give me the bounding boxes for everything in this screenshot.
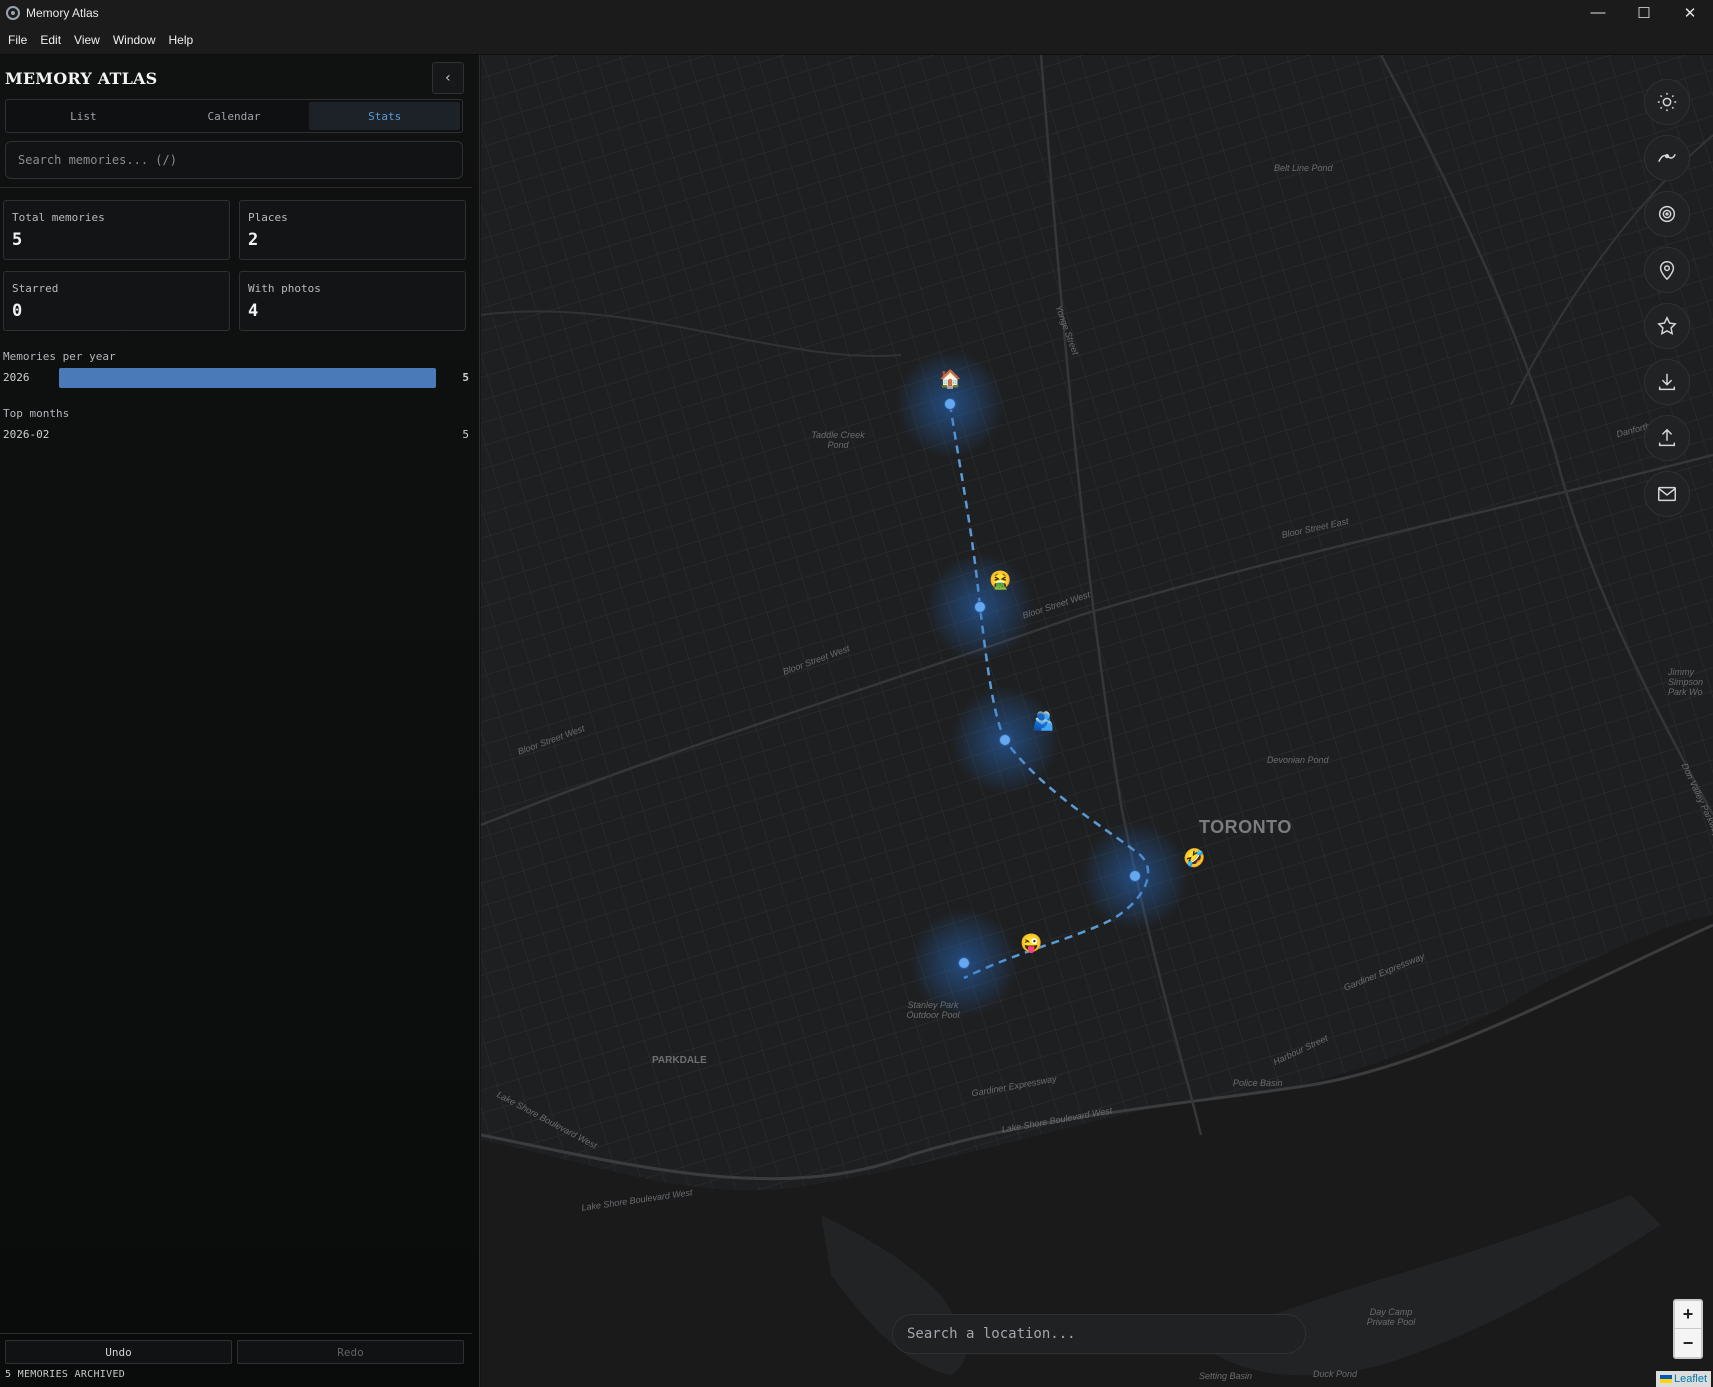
star-icon [1657,316,1677,335]
menu-file[interactable]: File [4,33,31,47]
stat-label: Total memories [12,211,105,224]
window-title: Memory Atlas [26,5,99,20]
starred-filter-button[interactable] [1644,303,1690,349]
sidebar-header: MEMORY ATLAS ‹ [0,55,480,103]
stat-label: Starred [12,282,59,295]
memory-marker[interactable] [958,957,970,969]
menu-view[interactable]: View [70,33,104,47]
window-controls: — ☐ ✕ [1575,0,1713,25]
app-title: MEMORY ATLAS [5,69,158,88]
target-icon [1658,205,1676,223]
stat-label: With photos [248,282,321,295]
stat-label: Places [248,211,288,224]
route-icon [1658,153,1676,163]
collapse-sidebar-button[interactable]: ‹ [432,62,464,94]
marker-emoji[interactable]: 🤮 [989,570,1011,591]
theme-toggle-button[interactable] [1644,79,1690,125]
upload-icon [1658,428,1676,447]
stat-value: 4 [248,301,259,321]
year-bar-row: 2026 5 [3,368,469,388]
marker-emoji[interactable]: 🏠 [939,369,961,390]
menu-bar: File Edit View Window Help [0,25,1713,55]
flag-icon [1660,1375,1672,1383]
month-label: 2026-02 [3,428,50,441]
download-button[interactable] [1644,359,1690,405]
year-count: 5 [462,371,469,384]
stat-value: 2 [248,230,259,250]
marker-emoji[interactable]: 🫂 [1032,711,1054,732]
memory-marker[interactable] [944,398,956,410]
undo-button[interactable]: Undo [5,1340,232,1364]
memory-marker[interactable] [999,734,1011,746]
close-button[interactable]: ✕ [1667,0,1713,25]
footer-divider [0,1333,472,1334]
zoom-out-button[interactable]: − [1675,1329,1701,1357]
month-row: 2026-02 5 [3,428,469,441]
sun-icon [1657,92,1677,112]
title-bar: Memory Atlas — ☐ ✕ [0,0,1713,25]
marker-emoji[interactable]: 😜 [1020,933,1042,954]
add-pin-button[interactable] [1644,247,1690,293]
year-label: 2026 [3,371,30,384]
download-icon [1658,373,1676,391]
maximize-button[interactable]: ☐ [1621,0,1667,25]
route-toggle-button[interactable] [1644,135,1690,181]
stat-places: Places 2 [239,200,466,260]
stat-value: 0 [12,301,23,321]
menu-window[interactable]: Window [109,33,160,47]
month-count: 5 [462,428,469,441]
tab-calendar[interactable]: Calendar [159,102,310,130]
marker-emoji[interactable]: 🤣 [1183,848,1205,869]
top-months-label: Top months [3,407,70,420]
location-search-input[interactable] [892,1314,1306,1354]
upload-button[interactable] [1644,415,1690,461]
year-bar-track [59,368,436,388]
mail-icon [1658,486,1676,502]
zoom-in-button[interactable]: + [1675,1301,1701,1329]
chevron-left-icon: ‹ [443,70,453,86]
tab-list[interactable]: List [8,102,159,130]
memory-search-input[interactable] [5,141,463,179]
divider [0,187,472,188]
memories-per-year-label: Memories per year [3,350,116,363]
app-icon [6,5,20,20]
map-view[interactable]: Belt Line Pond Taddle Creek Pond Bloor S… [481,55,1713,1387]
zoom-control: + − [1673,1299,1703,1359]
menu-edit[interactable]: Edit [36,33,65,47]
memory-marker[interactable] [1129,870,1141,882]
tab-stats[interactable]: Stats [309,102,461,130]
attribution-link[interactable]: Leaflet [1674,1373,1707,1385]
year-bar-fill [59,368,436,388]
sidebar: MEMORY ATLAS ‹ List Calendar Stats Total… [0,55,480,1387]
status-text: 5 MEMORIES ARCHIVED [5,1369,126,1380]
mail-button[interactable] [1644,471,1690,517]
route-layer [948,403,1150,980]
stat-starred: Starred 0 [3,271,230,331]
stat-total-memories: Total memories 5 [3,200,230,260]
map-attribution[interactable]: Leaflet [1656,1371,1712,1387]
stat-value: 5 [12,230,23,250]
stat-with-photos: With photos 4 [239,271,466,331]
minimize-button[interactable]: — [1575,0,1621,25]
heatmap-toggle-button[interactable] [1644,191,1690,237]
view-tabs: List Calendar Stats [5,99,463,133]
redo-button[interactable]: Redo [237,1340,464,1364]
map-pin-icon [1659,261,1675,281]
menu-help[interactable]: Help [165,33,198,47]
memory-marker[interactable] [974,601,986,613]
